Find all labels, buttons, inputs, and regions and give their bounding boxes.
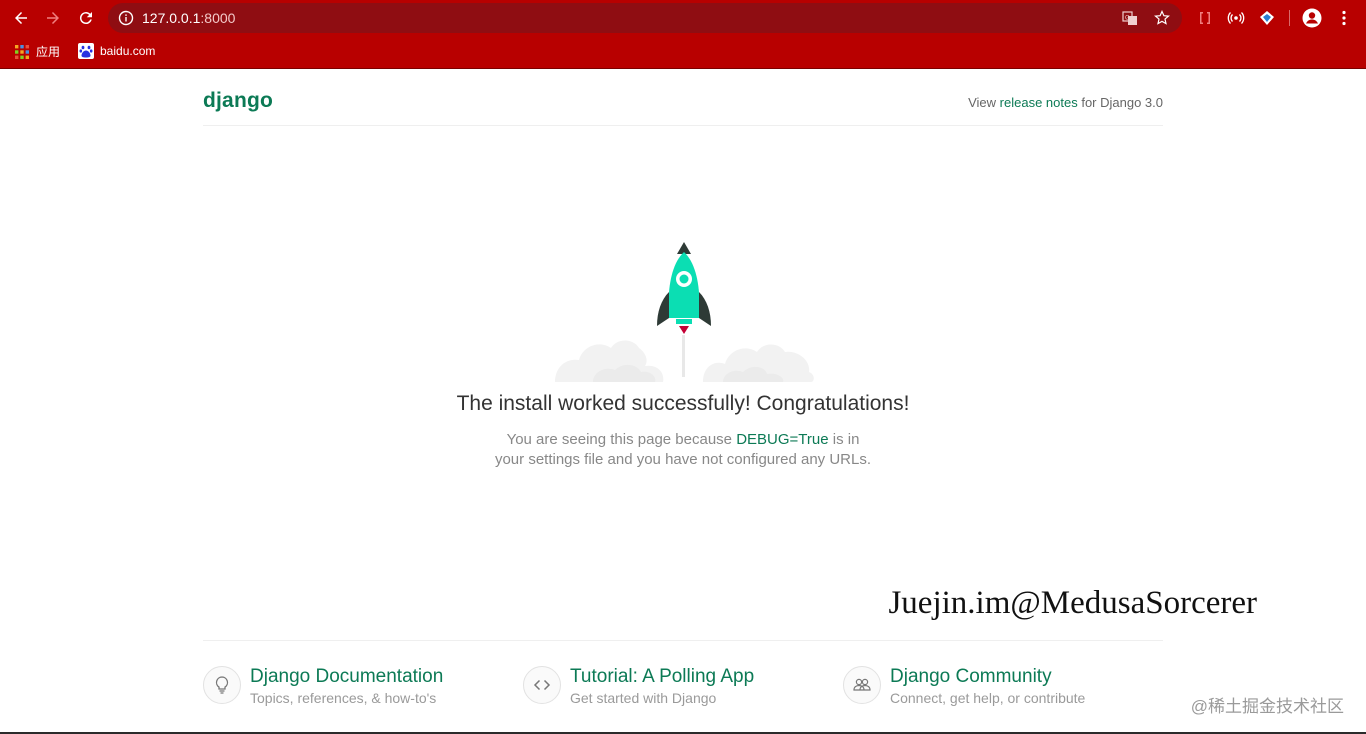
rocket-flame bbox=[679, 326, 689, 334]
url-port: :8000 bbox=[200, 10, 236, 26]
rocket-illustration bbox=[555, 242, 814, 382]
chrome-border bbox=[0, 68, 1366, 69]
success-headline: The install worked successfully! Congrat… bbox=[456, 392, 910, 415]
translate-icon[interactable]: G bbox=[1122, 10, 1138, 26]
bookmark-apps-label: 应用 bbox=[36, 45, 61, 59]
arrow-left-icon bbox=[15, 12, 27, 24]
baidu-paw-icon bbox=[78, 43, 94, 59]
site-watermark: @稀土掘金技术社区 bbox=[1190, 697, 1344, 716]
star-icon[interactable] bbox=[1154, 10, 1170, 26]
menu-kebab-icon[interactable] bbox=[1335, 9, 1353, 27]
debug-setting-link[interactable]: DEBUG=True bbox=[736, 431, 828, 448]
back-button[interactable] bbox=[9, 6, 33, 30]
extension-bracket-icon[interactable] bbox=[1196, 9, 1214, 27]
card-description: Get started with Django bbox=[570, 690, 717, 706]
rocket-window-inner bbox=[679, 274, 689, 284]
release-notes-link[interactable]: release notes bbox=[1000, 95, 1078, 110]
info-icon[interactable] bbox=[118, 10, 134, 26]
author-watermark: Juejin.im@MedusaSorcerer bbox=[888, 585, 1257, 621]
reload-icon bbox=[79, 12, 92, 25]
release-notes-text: View release notes for Django 3.0 bbox=[968, 95, 1163, 110]
card-tutorial[interactable]: Tutorial: A Polling App Get started with… bbox=[523, 664, 823, 708]
card-description: Topics, references, & how-to's bbox=[250, 690, 437, 706]
sub-prefix: You are seeing this page because bbox=[506, 431, 737, 448]
card-community[interactable]: Django Community Connect, get help, or c… bbox=[843, 664, 1143, 708]
card-description: Connect, get help, or contribute bbox=[890, 690, 1086, 706]
rocket-left-fin bbox=[657, 292, 669, 326]
address-bar[interactable]: 127.0.0.1:8000 G bbox=[108, 3, 1182, 33]
card-documentation[interactable]: Django Documentation Topics, references,… bbox=[203, 664, 503, 708]
release-prefix: View bbox=[968, 95, 1000, 110]
rocket-right-fin bbox=[699, 292, 711, 326]
url-host: 127.0.0.1 bbox=[142, 10, 201, 26]
forward-button[interactable] bbox=[41, 6, 65, 30]
debug-explanation: You are seeing this page because DEBUG=T… bbox=[491, 430, 875, 470]
apps-grid-icon bbox=[15, 44, 29, 59]
bookmark-apps[interactable]: 应用 bbox=[14, 43, 60, 60]
broadcast-icon[interactable] bbox=[1227, 9, 1245, 27]
bookmark-baidu-label: baidu.com bbox=[100, 44, 156, 58]
code-brackets-icon bbox=[533, 679, 551, 691]
release-suffix: for Django 3.0 bbox=[1077, 95, 1163, 110]
diamond-extension-icon[interactable] bbox=[1258, 9, 1276, 27]
page-header: django View release notes for Django 3.0 bbox=[203, 87, 1163, 126]
svg-text:G: G bbox=[1125, 16, 1130, 22]
django-logo[interactable]: django bbox=[203, 89, 273, 113]
card-title[interactable]: Tutorial: A Polling App bbox=[570, 666, 754, 688]
exhaust-trail bbox=[682, 335, 685, 377]
card-icon-circle bbox=[523, 666, 561, 704]
arrow-right-icon bbox=[47, 12, 59, 24]
card-title[interactable]: Django Community bbox=[890, 666, 1052, 688]
lightbulb-icon bbox=[215, 676, 229, 694]
url-text[interactable]: 127.0.0.1:8000 bbox=[142, 10, 235, 26]
bookmark-baidu[interactable]: baidu.com bbox=[78, 43, 155, 59]
toolbar-divider bbox=[1289, 10, 1290, 26]
card-icon-circle bbox=[843, 666, 881, 704]
browser-chrome: 127.0.0.1:8000 G 应用 baidu.com bbox=[0, 0, 1366, 69]
rocket-nozzle bbox=[676, 319, 692, 324]
card-icon-circle bbox=[203, 666, 241, 704]
bookmarks-bar: 应用 baidu.com bbox=[0, 36, 1366, 68]
footer-divider bbox=[203, 640, 1163, 641]
browser-toolbar: 127.0.0.1:8000 G bbox=[0, 0, 1366, 36]
people-icon bbox=[853, 678, 871, 691]
reload-button[interactable] bbox=[74, 6, 98, 30]
profile-avatar-icon[interactable] bbox=[1302, 8, 1322, 28]
card-title[interactable]: Django Documentation bbox=[250, 666, 443, 688]
